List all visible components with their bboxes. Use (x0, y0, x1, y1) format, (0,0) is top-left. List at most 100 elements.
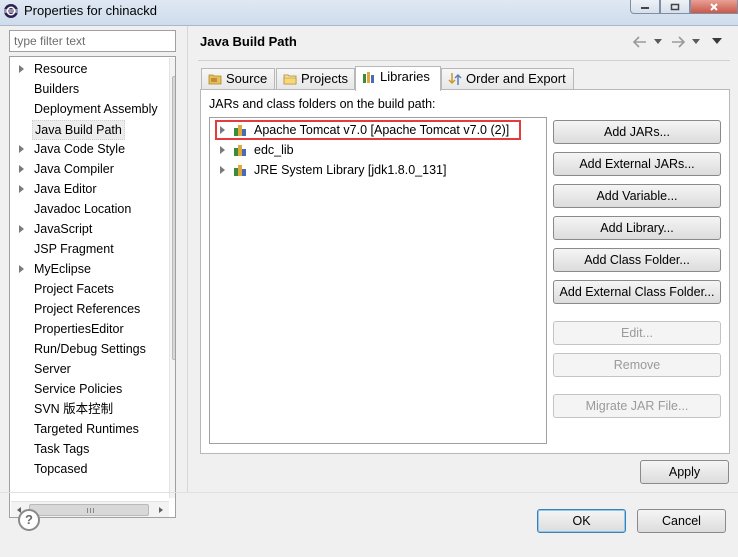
migrate-jar-file-button[interactable]: Migrate JAR File... (553, 394, 721, 418)
sidebar-item-label: MyEclipse (34, 262, 91, 276)
add-external-class-folder-button[interactable]: Add External Class Folder... (553, 280, 721, 304)
sidebar-item-label: Java Build Path (32, 120, 125, 140)
sidebar-item-javadoc-location[interactable]: Javadoc Location (10, 199, 160, 219)
footer-divider (0, 492, 738, 493)
projects-folder-icon (283, 74, 297, 85)
library-jar-icon (234, 165, 246, 176)
sidebar-item-task-tags[interactable]: Task Tags (10, 439, 160, 459)
tab-order-and-export[interactable]: Order and Export (441, 68, 574, 90)
sidebar-item-label: Service Policies (34, 382, 123, 396)
tab-label: Projects (301, 71, 348, 86)
expand-chevron-right-icon[interactable] (19, 165, 24, 173)
sidebar-item-java-editor[interactable]: Java Editor (10, 179, 160, 199)
sidebar-item-run-debug-settings[interactable]: Run/Debug Settings (10, 339, 160, 359)
add-jars-button[interactable]: Add JARs... (553, 120, 721, 144)
sidebar-item-label: Java Compiler (34, 162, 114, 176)
close-icon (710, 2, 718, 11)
classpath-label: JARs and class folders on the build path… (209, 97, 436, 111)
sidebar-item-project-facets[interactable]: Project Facets (10, 279, 160, 299)
cancel-button[interactable]: Cancel (637, 509, 726, 533)
expand-chevron-right-icon[interactable] (19, 265, 24, 273)
library-label: edc_lib (254, 143, 294, 157)
expand-chevron-right-icon[interactable] (19, 225, 24, 233)
maximize-icon (670, 3, 680, 10)
tab-label: Source (226, 71, 268, 86)
libraries-icon (363, 72, 374, 83)
sidebar-item-javascript[interactable]: JavaScript (10, 219, 160, 239)
sidebar-item-service-policies[interactable]: Service Policies (10, 379, 160, 399)
library-label: JRE System Library [jdk1.8.0_131] (254, 163, 447, 177)
minimize-icon (641, 6, 649, 9)
library-jar-icon (234, 145, 246, 156)
sidebar-item-propertieseditor[interactable]: PropertiesEditor (10, 319, 160, 339)
scroll-down-icon[interactable] (170, 482, 176, 498)
expand-chevron-right-icon[interactable] (220, 146, 225, 154)
add-external-jars-button[interactable]: Add External JARs... (553, 152, 721, 176)
scroll-right-icon[interactable] (153, 502, 169, 518)
sidebar-item-label: Topcased (34, 462, 88, 476)
title-bar: Properties for chinackd (0, 0, 738, 26)
scrollbar-thumb[interactable] (29, 504, 149, 516)
expand-chevron-right-icon[interactable] (19, 65, 24, 73)
sidebar-item-jsp-fragment[interactable]: JSP Fragment (10, 239, 160, 259)
sidebar-item-java-compiler[interactable]: Java Compiler (10, 159, 160, 179)
filter-input[interactable] (9, 30, 176, 52)
sidebar-item-label: Server (34, 362, 71, 376)
forward-menu-chevron-down-icon[interactable] (692, 39, 700, 45)
expand-chevron-right-icon[interactable] (220, 166, 225, 174)
source-folder-icon (208, 74, 222, 85)
sidebar-item-label: Java Editor (34, 182, 97, 196)
page-navigation-tools (630, 34, 730, 50)
help-icon[interactable]: ? (18, 509, 40, 531)
sidebar-item-label: Targeted Runtimes (34, 422, 139, 436)
sidebar-item-label: Javadoc Location (34, 202, 132, 216)
sidebar-item-targeted-runtimes[interactable]: Targeted Runtimes (10, 419, 160, 439)
back-menu-chevron-down-icon[interactable] (654, 39, 662, 45)
sidebar-item-project-references[interactable]: Project References (10, 299, 160, 319)
sidebar-item-label: Project Facets (34, 282, 114, 296)
expand-chevron-right-icon[interactable] (19, 185, 24, 193)
back-icon[interactable] (632, 35, 648, 49)
tree-vertical-scrollbar[interactable] (169, 58, 176, 498)
properties-navigation: Topcased Task Tags Targeted Runtimes SVN 版本… (0, 26, 187, 518)
sidebar-item-resource[interactable]: Resource (10, 59, 160, 79)
sidebar-item-label: Builders (34, 82, 80, 96)
sidebar-item-server[interactable]: Server (10, 359, 160, 379)
tab-label: Order and Export (466, 71, 566, 86)
add-library-button[interactable]: Add Library... (553, 216, 721, 240)
minimize-button[interactable] (630, 0, 660, 14)
tab-libraries[interactable]: Libraries (355, 66, 441, 91)
scroll-up-icon[interactable] (170, 58, 176, 74)
sidebar-item-label: Run/Debug Settings (34, 342, 146, 356)
forward-icon[interactable] (670, 35, 686, 49)
close-button[interactable] (690, 0, 738, 14)
pane-divider[interactable] (187, 26, 188, 492)
tab-source[interactable]: Source (201, 68, 275, 90)
tab-projects[interactable]: Projects (276, 68, 355, 90)
expand-chevron-right-icon[interactable] (19, 145, 24, 153)
sidebar-item-label: Java Code Style (34, 142, 126, 156)
remove-button[interactable]: Remove (553, 353, 721, 377)
sidebar-item-label: Resource (34, 62, 88, 76)
add-variable-button[interactable]: Add Variable... (553, 184, 721, 208)
ok-button[interactable]: OK (537, 509, 626, 533)
annotation-highlight-box (215, 120, 521, 140)
page-title: Java Build Path (200, 34, 297, 49)
sidebar-item-myeclipse[interactable]: MyEclipse (10, 259, 160, 279)
sidebar-item-svn[interactable]: SVN 版本控制 (10, 399, 160, 419)
sidebar-item-label: PropertiesEditor (34, 322, 124, 336)
edit-button[interactable]: Edit... (553, 321, 721, 345)
sidebar-item-java-build-path[interactable]: Java Build Path (10, 119, 160, 140)
sidebar-item-topcased[interactable]: Topcased (10, 459, 160, 479)
order-export-icon (448, 73, 462, 85)
sidebar-item-builders[interactable]: Builders (10, 79, 160, 99)
add-class-folder-button[interactable]: Add Class Folder... (553, 248, 721, 272)
apply-button[interactable]: Apply (640, 460, 729, 484)
sidebar-item-deployment-assembly[interactable]: Deployment Assembly (10, 99, 160, 119)
sidebar-item-label: JSP Fragment (34, 242, 114, 256)
sidebar-item-java-code-style[interactable]: Java Code Style (10, 139, 160, 159)
view-menu-chevron-down-icon[interactable] (712, 38, 722, 45)
libraries-tree[interactable]: Apache Tomcat v7.0 [Apache Tomcat v7.0 (… (209, 117, 547, 444)
maximize-button[interactable] (660, 0, 690, 14)
scrollbar-thumb[interactable] (172, 76, 175, 360)
